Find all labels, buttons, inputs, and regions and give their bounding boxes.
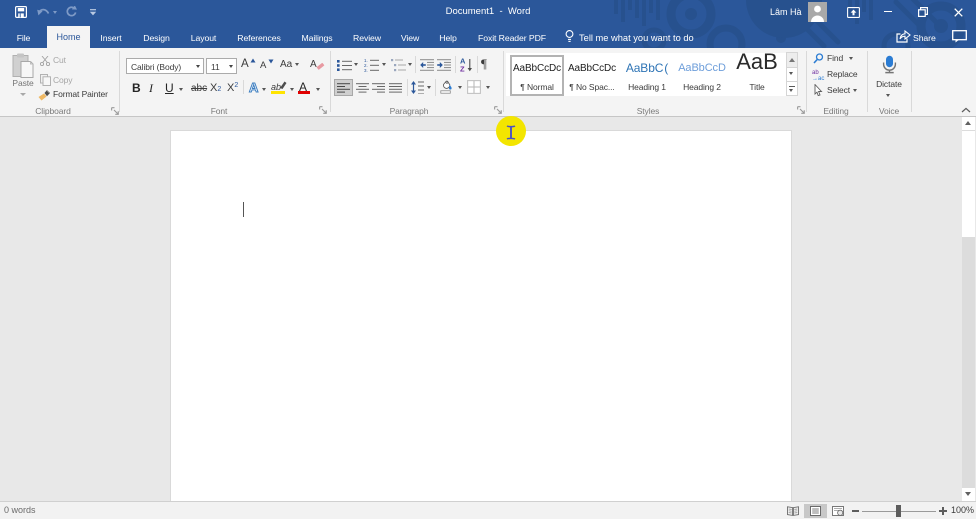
svg-text:→ac: →ac [812,76,824,80]
svg-text:3.: 3. [364,68,368,72]
svg-text:Z: Z [460,65,465,73]
